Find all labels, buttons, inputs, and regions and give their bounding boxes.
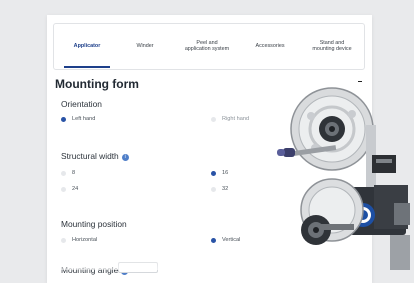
minus-icon[interactable]: [358, 81, 362, 83]
tab-bar: Applicator Winder Peel and application s…: [53, 23, 365, 70]
radio-vertical[interactable]: Vertical: [211, 237, 240, 243]
radio-dot: [61, 170, 66, 176]
radio-width-32[interactable]: 32: [211, 186, 228, 192]
structural-width-label: Structural width: [61, 151, 119, 161]
tab-accessories[interactable]: Accessories: [240, 24, 300, 68]
radio-dot: [211, 170, 216, 176]
radio-left-hand[interactable]: Left hand: [61, 116, 95, 122]
option-label: Horizontal: [72, 237, 98, 243]
tab-label: Winder: [136, 42, 154, 49]
info-icon[interactable]: i: [121, 154, 129, 161]
tab-applicator[interactable]: Applicator: [58, 24, 116, 68]
tab-winder[interactable]: Winder: [116, 24, 174, 68]
tab-label: Peel and application system: [184, 39, 230, 52]
mounting-position-label: Mounting position: [61, 219, 127, 229]
radio-horizontal[interactable]: Horizontal: [61, 237, 97, 243]
option-label: 8: [72, 170, 76, 176]
lower-reel: [300, 178, 364, 245]
option-label: Left hand: [72, 116, 96, 122]
upper-reel: [290, 87, 374, 171]
radio-width-24[interactable]: 24: [61, 186, 78, 192]
radio-dot: [61, 116, 66, 122]
radio-dot: [61, 186, 66, 192]
radio-dot: [211, 186, 216, 192]
tab-peel-application-system[interactable]: Peel and application system: [174, 24, 240, 68]
tab-label: Accessories: [255, 42, 285, 49]
option-label: Right hand: [222, 116, 250, 122]
tab-label: Applicator: [73, 42, 101, 49]
option-label: 24: [72, 186, 79, 192]
option-label: 16: [222, 170, 229, 176]
radio-width-16[interactable]: 16: [211, 170, 228, 176]
radio-dot: [211, 116, 216, 122]
tab-stand-mounting-device[interactable]: Stand and mounting device: [300, 24, 364, 68]
structural-width-heading: Structural width i: [61, 151, 129, 161]
radio-dot: [61, 237, 66, 243]
option-label: Vertical: [222, 237, 241, 243]
radio-dot: [211, 237, 216, 243]
section-title: Mounting form: [55, 77, 139, 91]
tab-label: Stand and mounting device: [312, 39, 352, 52]
radio-width-8[interactable]: 8: [61, 170, 75, 176]
radio-right-hand[interactable]: Right hand: [211, 116, 249, 122]
labeling-machine-image: [277, 87, 410, 270]
orientation-label: Orientation: [61, 99, 102, 109]
option-label: 32: [222, 186, 229, 192]
